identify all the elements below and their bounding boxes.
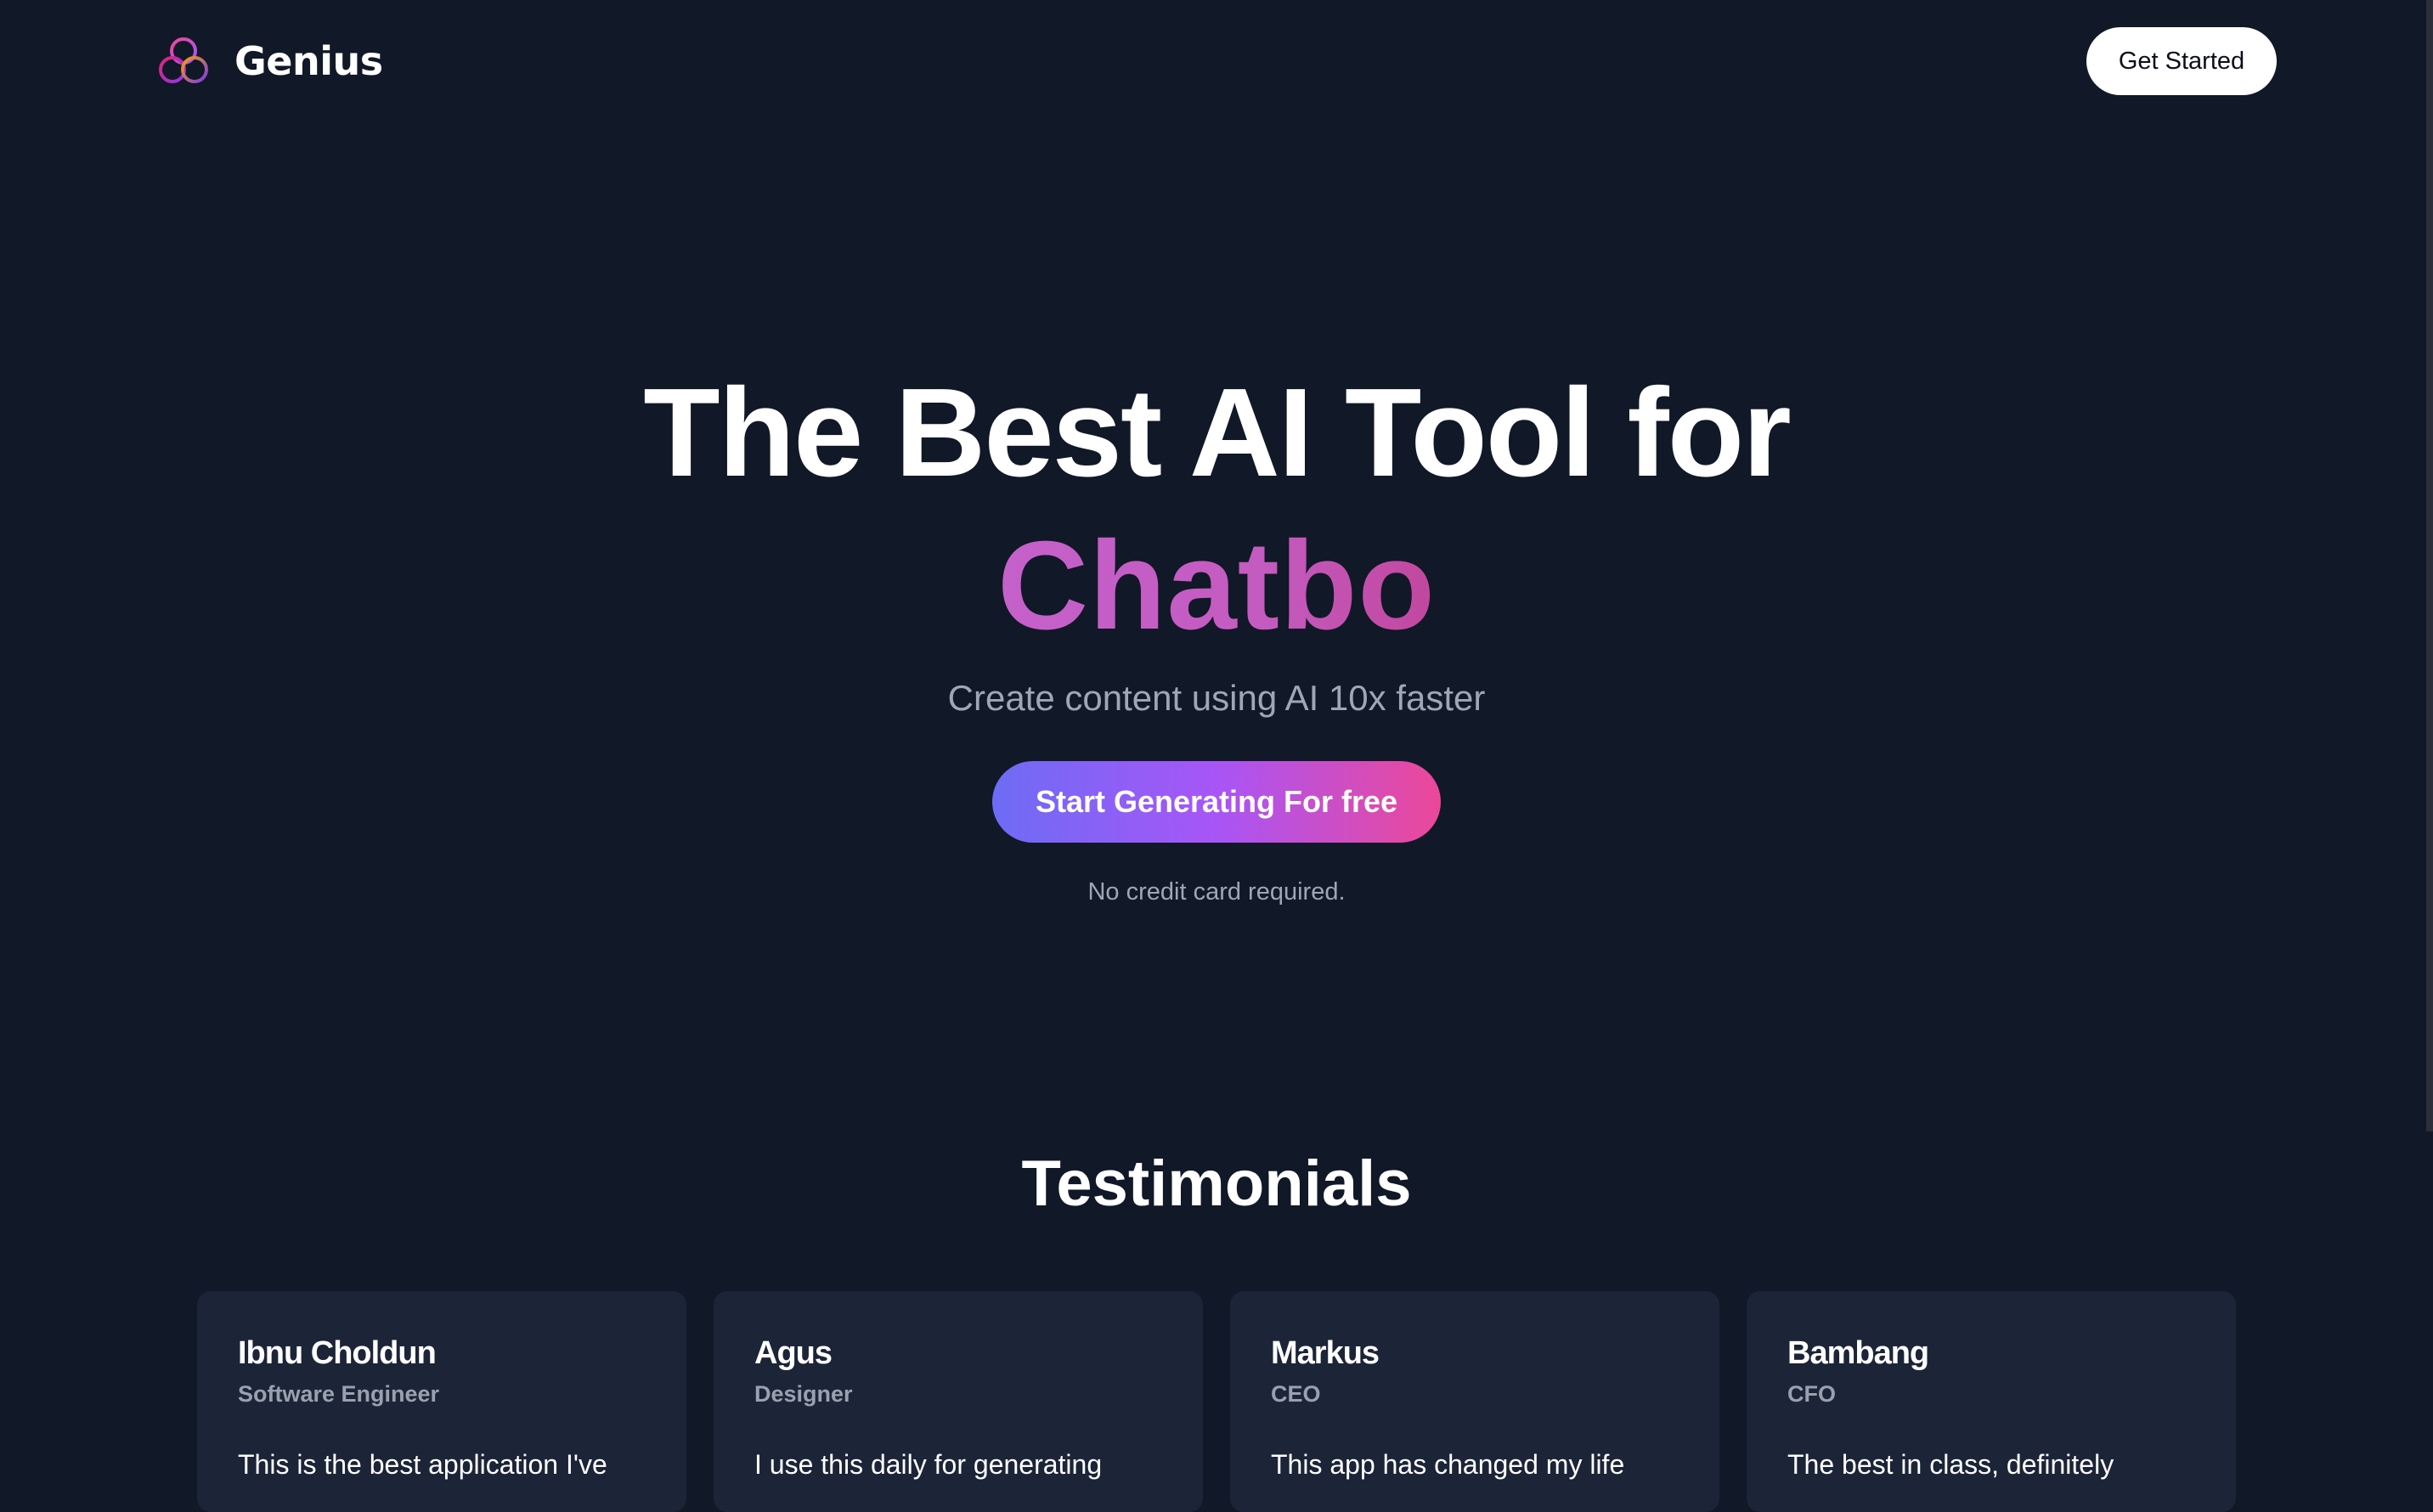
testimonial-name: Ibnu Choldun [238,1335,437,1371]
testimonial-role: Designer [754,1381,853,1407]
hero-typed-text: Chatbo [0,514,2433,658]
start-generating-button[interactable]: Start Generating For free [992,761,1441,843]
testimonial-role: CFO [1787,1381,1836,1407]
testimonial-card: Markus CEO This app has changed my life [1230,1291,1719,1512]
testimonial-card: Bambang CFO The best in class, definitel… [1747,1291,2236,1512]
testimonials-heading: Testimonials [1021,1148,1412,1220]
testimonial-quote: This app has changed my life [1271,1449,1625,1480]
hero-title: The Best AI Tool for [643,363,1792,503]
testimonial-name: Agus [754,1335,833,1371]
genius-logo-icon [159,37,208,83]
testimonial-quote: I use this daily for generating [754,1449,1103,1480]
typed-text-value: Chatbo [997,516,1436,656]
page-scrollbar[interactable] [2426,0,2433,1131]
testimonial-quote: This is the best application I've [238,1449,607,1480]
no-credit-card-note: No credit card required. [1087,878,1346,906]
testimonial-role: CEO [1271,1381,1321,1407]
hero-subtitle: Create content using AI 10x faster [947,678,1486,718]
navbar: Genius Get Started [0,0,2433,122]
testimonial-card: Ibnu Choldun Software Engineer This is t… [197,1291,686,1512]
testimonial-card: Agus Designer I use this daily for gener… [714,1291,1203,1512]
testimonial-name: Bambang [1787,1335,1929,1371]
testimonial-name: Markus [1271,1335,1380,1371]
testimonial-role: Software Engineer [238,1381,440,1407]
brand-name: Genius [234,38,383,84]
testimonial-quote: The best in class, definitely [1787,1449,2114,1480]
brand-link[interactable]: Genius [155,32,383,90]
testimonial-cards: Ibnu Choldun Software Engineer This is t… [197,1291,2236,1512]
get-started-button[interactable]: Get Started [2086,27,2277,95]
